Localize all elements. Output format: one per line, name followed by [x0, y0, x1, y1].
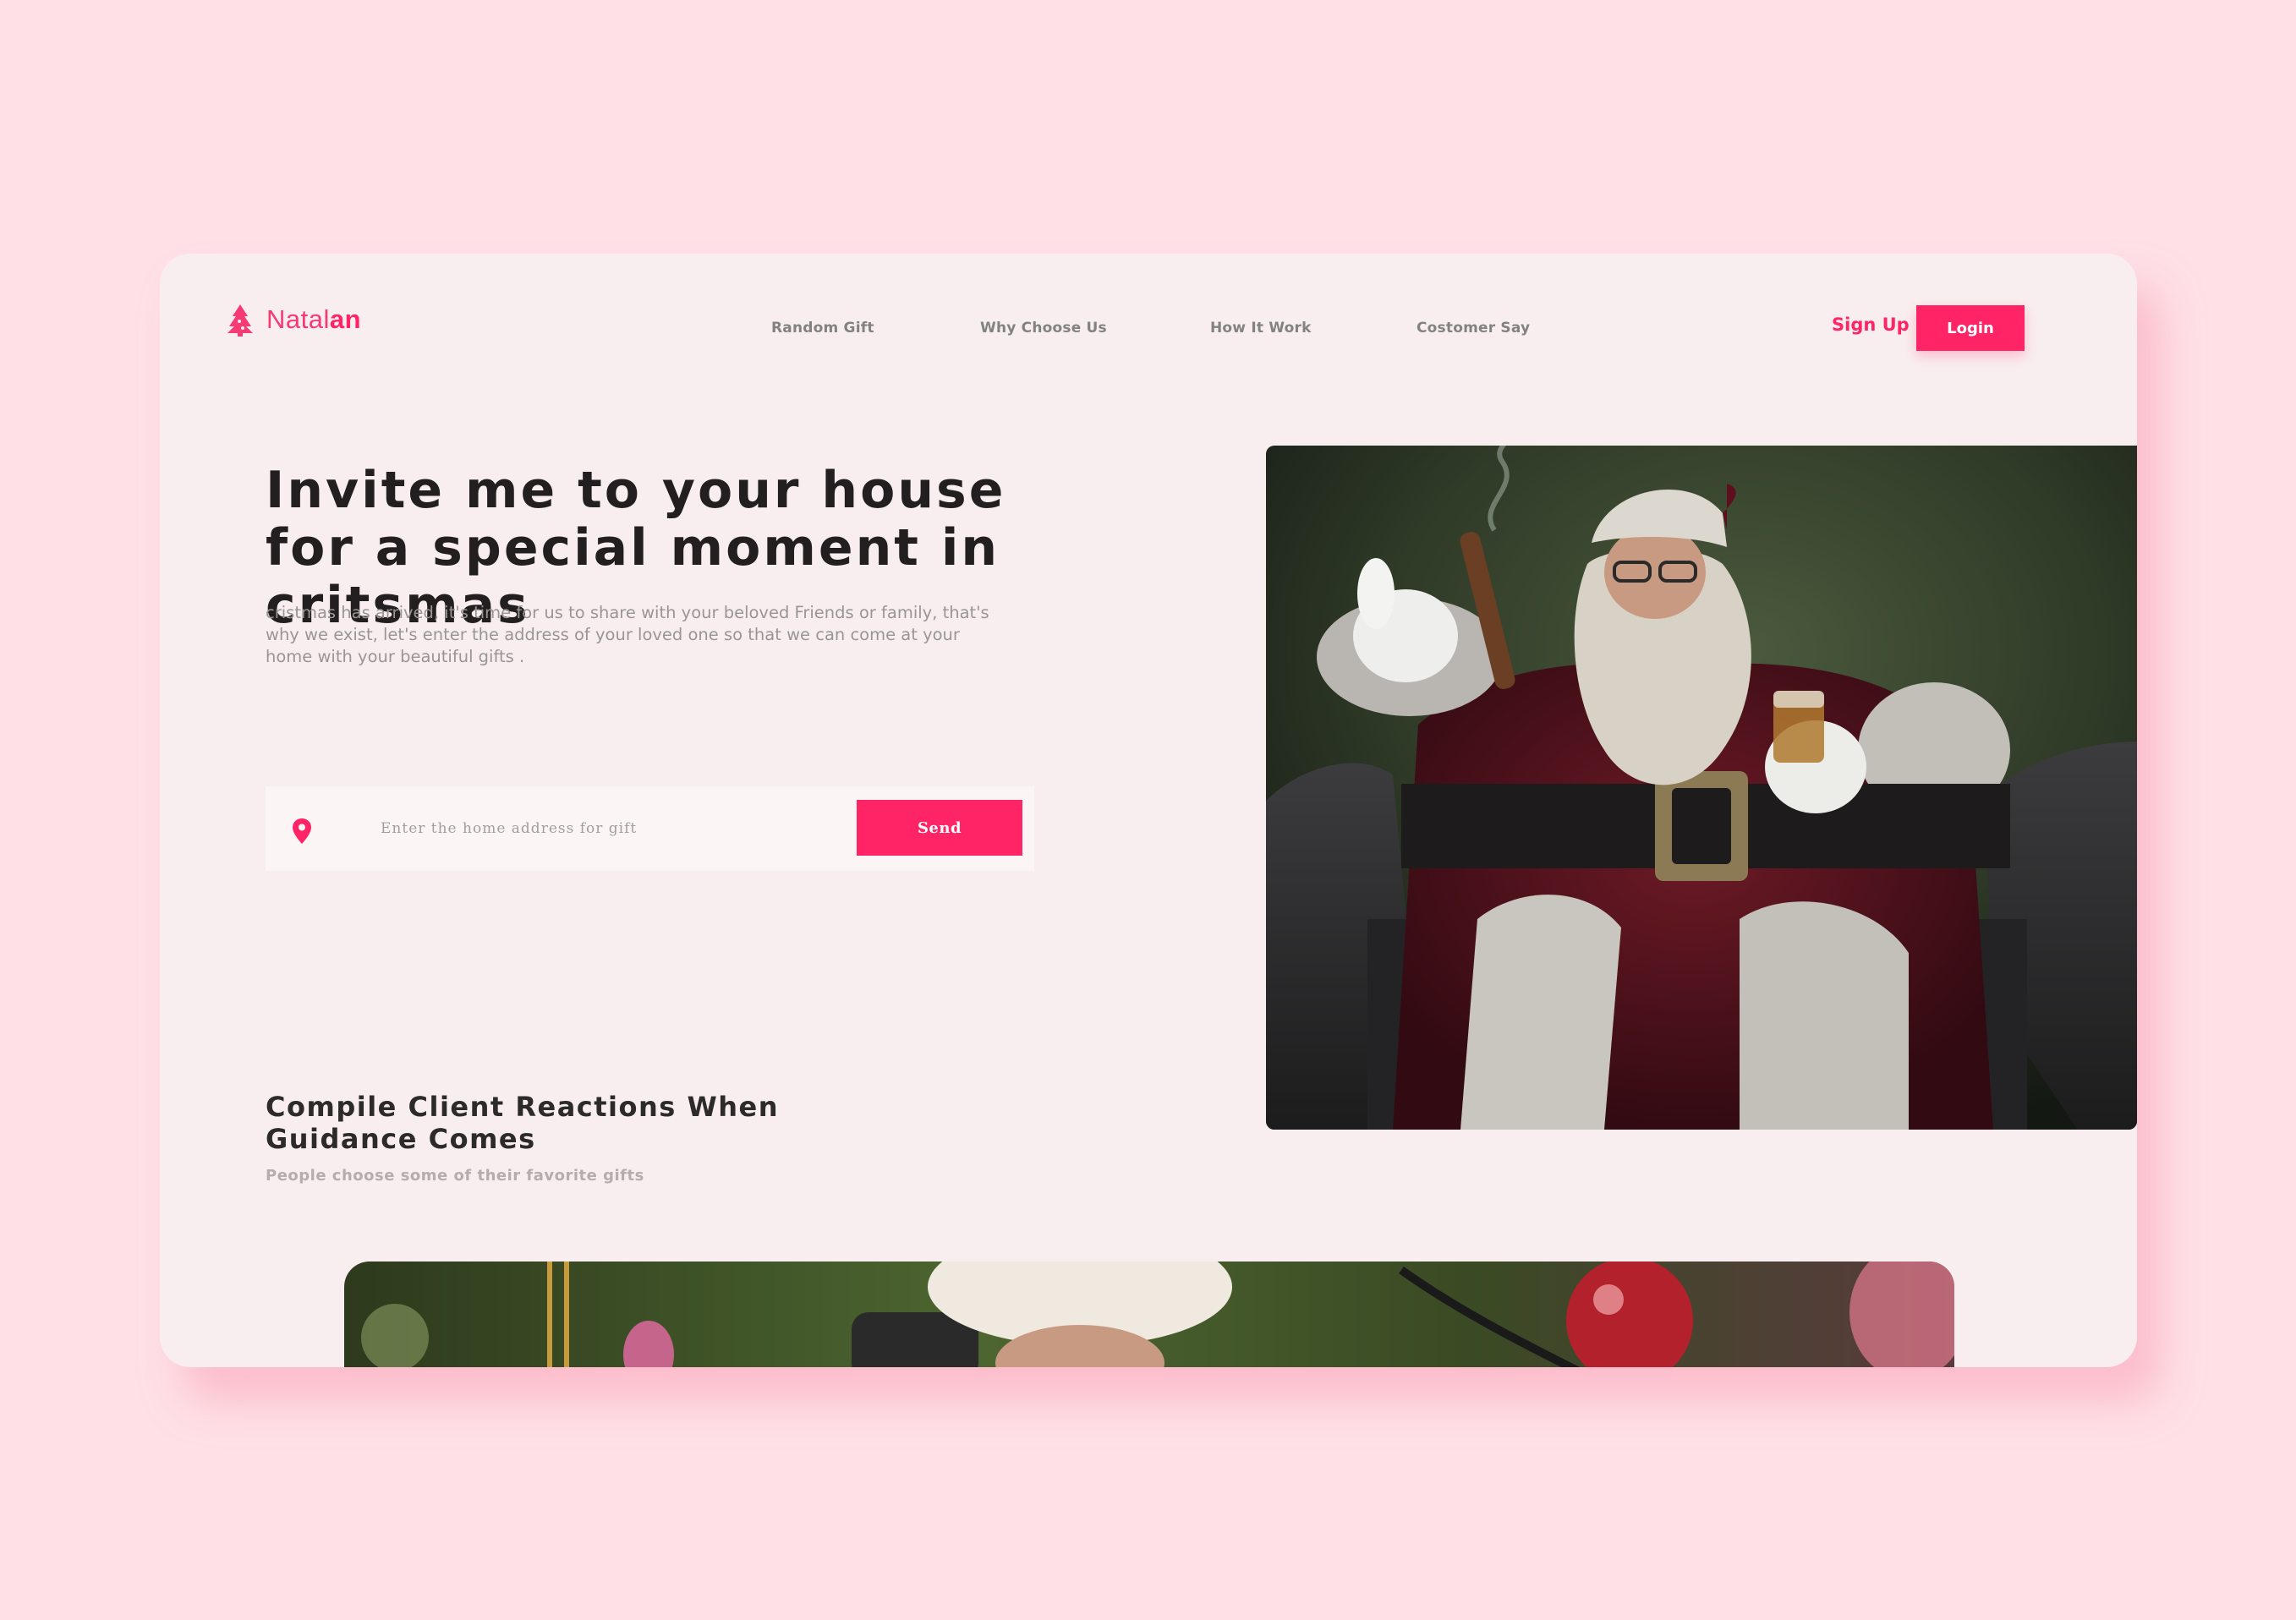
nav-random-gift[interactable]: Random Gift [771, 320, 874, 337]
reactions-title: Compile Client Reactions When Guidance C… [266, 1091, 780, 1155]
landing-card: Natalan Random Gift Why Choose Us How It… [160, 254, 2137, 1367]
santa-illustration [1266, 446, 2137, 1130]
address-input[interactable] [381, 812, 837, 846]
christmas-decor-photo [344, 1262, 1954, 1367]
christmas-tree-icon [227, 304, 253, 337]
brand-name-regular: Natal [266, 304, 330, 334]
sign-up-link[interactable]: Sign Up [1832, 315, 1910, 335]
reactions-subtitle: People choose some of their favorite gif… [266, 1167, 644, 1185]
brand-name-bold: an [329, 304, 362, 334]
nav-customer-say[interactable]: Costomer Say [1417, 320, 1530, 337]
login-button[interactable]: Login [1916, 305, 2025, 351]
santa-photo [1266, 446, 2137, 1130]
brand-logo[interactable]: Natalan [226, 303, 361, 337]
nav-how-it-work[interactable]: How It Work [1210, 320, 1312, 337]
brand-name: Natalan [266, 304, 361, 335]
address-search-bar: Send [266, 786, 1034, 871]
send-button[interactable]: Send [857, 800, 1022, 856]
location-pin-icon [293, 818, 311, 844]
nav-why-choose-us[interactable]: Why Choose Us [980, 320, 1107, 337]
hero-description: cristmas has arrived, it's time for us t… [266, 603, 989, 666]
christmas-decor-illustration [344, 1262, 1954, 1367]
